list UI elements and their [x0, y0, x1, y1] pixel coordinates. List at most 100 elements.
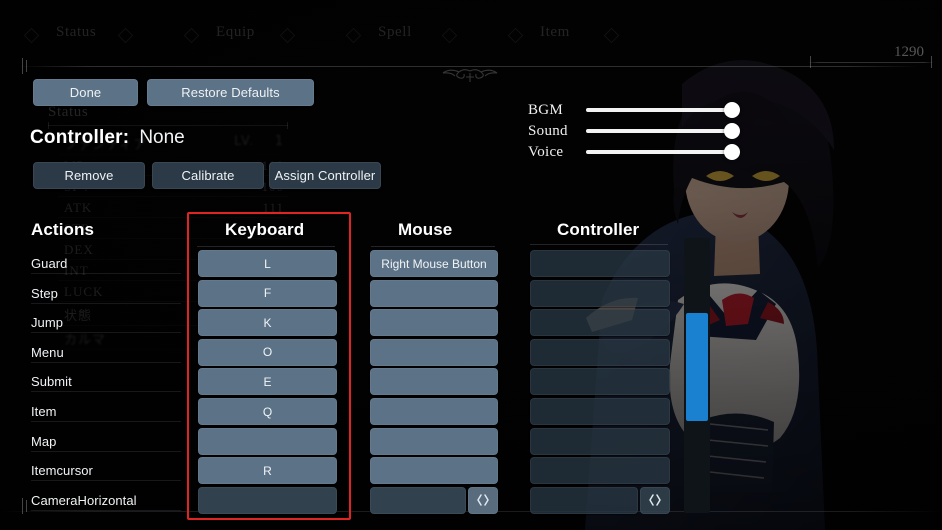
- action-row-divider: [31, 450, 181, 452]
- ghost-tab-spell: Spell: [378, 24, 412, 40]
- keybind-cell-controller[interactable]: [530, 309, 670, 337]
- ghost-tab-separator-icon: [183, 27, 200, 44]
- keybind-cell-keyboard[interactable]: [198, 486, 337, 514]
- ghost-stat-row: ATK 111: [48, 197, 288, 218]
- action-row-divider: [31, 361, 181, 363]
- remove-controller-button[interactable]: Remove: [33, 162, 145, 189]
- action-row-divider: [31, 302, 181, 304]
- keybind-cell-controller[interactable]: [530, 427, 670, 455]
- slider-bgm[interactable]: BGM: [528, 100, 740, 120]
- keybind-cell-mouse[interactable]: [370, 279, 498, 307]
- ghost-tab-separator-icon: [441, 27, 458, 44]
- slider-voice[interactable]: Voice: [528, 142, 740, 162]
- swap-axis-icon[interactable]: [468, 486, 498, 514]
- keybind-cell-controller[interactable]: [530, 279, 670, 307]
- keybind-cell-keyboard[interactable]: [198, 427, 337, 455]
- ghost-tab-separator-icon: [603, 27, 620, 44]
- action-label: Item: [31, 404, 57, 419]
- keybind-cell-controller[interactable]: [530, 486, 638, 514]
- column-header-actions: Actions: [31, 220, 95, 239]
- assign-controller-button[interactable]: Assign Controller: [269, 162, 381, 189]
- ghost-status-title: Status: [48, 104, 89, 120]
- keybind-cell-mouse[interactable]: [370, 309, 498, 337]
- ghost-tab-item: Item: [540, 24, 570, 40]
- action-label: Guard: [31, 256, 68, 271]
- keybind-cell-controller[interactable]: [530, 250, 670, 277]
- ghost-tab-separator-icon: [345, 27, 362, 44]
- ghost-frame-tick: [22, 58, 23, 74]
- game-settings-screen: Status Equip Spell Item 1290 Status ファンテ…: [0, 0, 942, 530]
- slider-knob-voice[interactable]: [724, 144, 740, 160]
- vertical-scrollbar-thumb[interactable]: [686, 313, 708, 421]
- slider-knob-sound[interactable]: [724, 123, 740, 139]
- column-header-mouse: Mouse: [398, 220, 453, 239]
- keybind-cell-keyboard[interactable]: Q: [198, 398, 337, 425]
- ghost-tab-separator-icon: [279, 27, 296, 44]
- calibrate-controller-button[interactable]: Calibrate: [152, 162, 264, 189]
- action-row-divider: [31, 391, 181, 393]
- keybind-cell-keyboard[interactable]: K: [198, 309, 337, 337]
- action-row-divider: [31, 421, 181, 422]
- done-button[interactable]: Done: [33, 79, 138, 106]
- action-label: Menu: [31, 344, 64, 360]
- keybind-cell-controller[interactable]: [530, 368, 670, 396]
- controller-label: Controller:: [30, 127, 130, 148]
- slider-track-voice[interactable]: [586, 144, 740, 160]
- keybind-cell-mouse[interactable]: [370, 338, 498, 366]
- column-rule-mouse: [371, 246, 495, 247]
- column-rule-keyboard: [197, 246, 335, 247]
- ghost-frame-tick: [26, 60, 27, 72]
- keybind-cell-keyboard[interactable]: L: [198, 250, 337, 277]
- column-rule-controller: [530, 244, 668, 245]
- ornament-flourish-icon: [442, 69, 498, 82]
- column-header-controller: Controller: [557, 220, 640, 239]
- keybind-cell-mouse[interactable]: [370, 457, 498, 485]
- ghost-divider: [48, 122, 288, 129]
- keybind-cell-keyboard[interactable]: F: [198, 279, 337, 307]
- keybind-cell-mouse[interactable]: [370, 368, 498, 396]
- keybind-cell-keyboard[interactable]: E: [198, 368, 337, 396]
- ghost-level: LV. 1: [234, 134, 284, 149]
- action-label: CameraHorizontal: [31, 492, 137, 508]
- keybind-cell-mouse[interactable]: [370, 427, 498, 455]
- ghost-tab-equip: Equip: [216, 24, 255, 40]
- controller-status: Controller: None: [30, 127, 185, 149]
- action-row-divider: [31, 332, 181, 334]
- controller-value: None: [139, 127, 185, 148]
- ghost-corner-value: 1290: [894, 44, 924, 60]
- action-label: Jump: [31, 315, 63, 331]
- ghost-frame-line-top: [18, 66, 918, 67]
- keybind-cell-keyboard[interactable]: R: [198, 457, 337, 485]
- ghost-tab-bar: Status Equip Spell Item: [0, 24, 942, 54]
- slider-knob-bgm[interactable]: [724, 102, 740, 118]
- audio-sliders: BGM Sound Voice: [528, 100, 740, 163]
- slider-track-bgm[interactable]: [586, 102, 740, 118]
- keybind-cell-controller[interactable]: [530, 398, 670, 425]
- action-row-divider: [31, 509, 181, 511]
- restore-defaults-button[interactable]: Restore Defaults: [147, 79, 314, 106]
- action-label: Submit: [31, 374, 72, 390]
- keybind-cell-keyboard[interactable]: O: [198, 338, 337, 366]
- ghost-tab-separator-icon: [117, 27, 134, 44]
- keybind-cell-controller[interactable]: [530, 338, 670, 366]
- swap-axis-icon[interactable]: [640, 486, 670, 514]
- action-label: Itemcursor: [31, 463, 93, 479]
- keybind-cell-controller[interactable]: [530, 457, 670, 485]
- action-row-divider: [31, 273, 181, 274]
- keybind-cell-mouse[interactable]: Right Mouse Button: [370, 250, 498, 277]
- ghost-tab-separator-icon: [507, 27, 524, 44]
- ghost-frame-tick: [931, 56, 932, 68]
- slider-track-sound[interactable]: [586, 123, 740, 139]
- slider-label-sound: Sound: [528, 122, 568, 139]
- action-label: Step: [31, 285, 58, 301]
- slider-label-voice: Voice: [528, 143, 564, 160]
- action-label: Map: [31, 433, 57, 449]
- keybind-cell-mouse[interactable]: [370, 486, 466, 514]
- slider-sound[interactable]: Sound: [528, 121, 740, 141]
- slider-label-bgm: BGM: [528, 101, 564, 118]
- column-header-keyboard: Keyboard: [225, 220, 305, 239]
- keybind-cell-mouse[interactable]: [370, 398, 498, 425]
- vertical-scrollbar-track[interactable]: [684, 238, 710, 513]
- action-row-divider: [31, 480, 181, 482]
- ghost-frame-line-top-right: [808, 62, 934, 63]
